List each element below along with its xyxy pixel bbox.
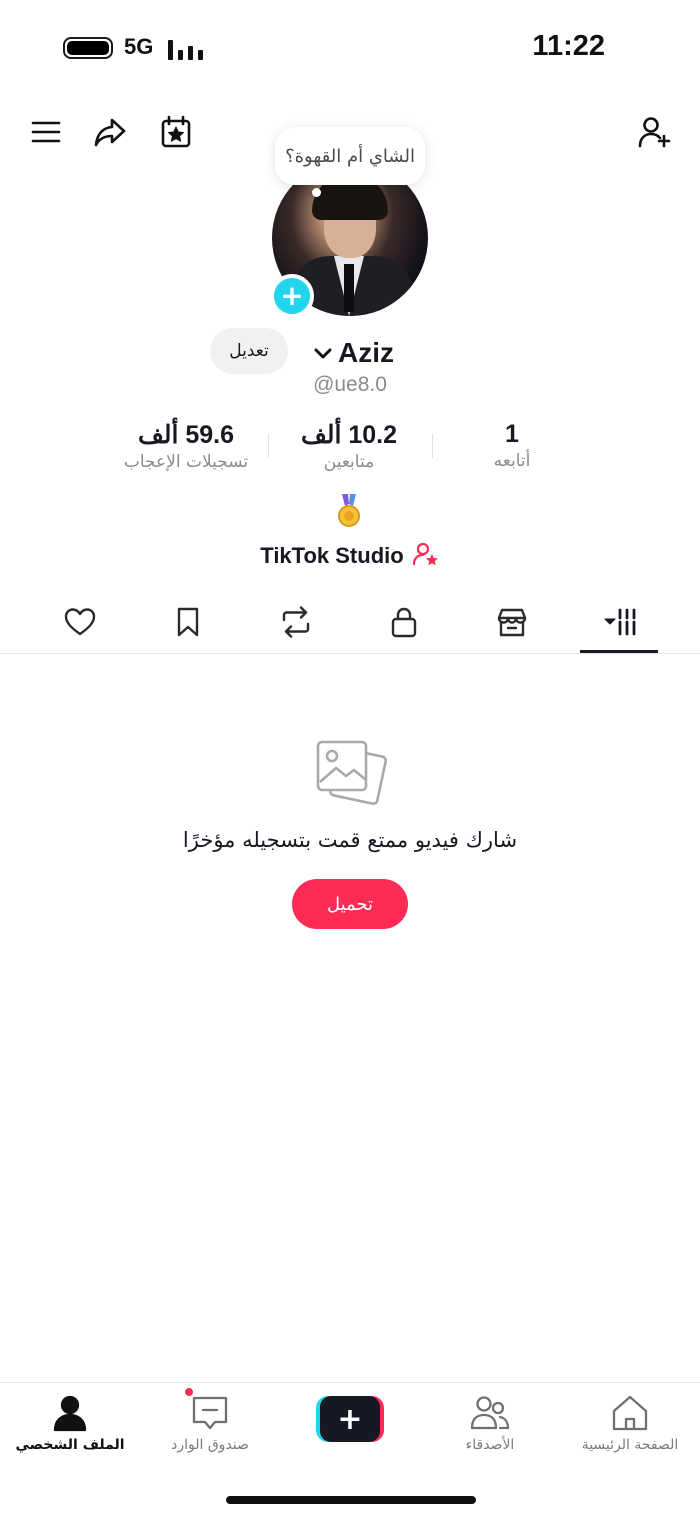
following-label: أتابعه — [493, 451, 531, 471]
heart-icon — [64, 608, 96, 636]
inbox-notification-dot — [183, 1386, 195, 1398]
followers-label: متابعين — [323, 452, 375, 472]
nav-friends-label: الأصدقاء — [465, 1437, 515, 1453]
nav-profile[interactable]: الملف الشخصي — [0, 1393, 140, 1463]
create-button[interactable]: + — [316, 1396, 384, 1442]
battery-icon — [63, 37, 113, 59]
edit-profile-button[interactable]: تعديل — [210, 328, 288, 374]
menu-icon[interactable] — [24, 110, 68, 154]
tab-videos[interactable] — [585, 598, 655, 646]
active-tab-indicator — [580, 650, 658, 653]
tab-private[interactable] — [369, 598, 439, 646]
bookmark-icon — [177, 607, 199, 637]
followers-count: 10.2 ألف — [300, 421, 398, 449]
tab-liked[interactable] — [45, 598, 115, 646]
tab-reposts[interactable] — [261, 598, 331, 646]
shop-icon — [497, 608, 527, 637]
share-icon[interactable] — [88, 110, 132, 154]
likes-count: 59.6 ألف — [137, 421, 235, 449]
content-tabs — [0, 590, 700, 654]
upload-button[interactable]: تحميل — [292, 879, 408, 929]
tab-saved[interactable] — [153, 598, 223, 646]
likes-label: تسجيلات الإعجاب — [123, 452, 249, 472]
empty-state-message: شارك فيديو ممتع قمت بتسجيله مؤخرًا — [182, 828, 518, 852]
creator-star-icon — [412, 540, 440, 572]
inbox-icon — [192, 1396, 228, 1430]
username-switcher[interactable]: Aziz — [312, 333, 394, 373]
network-label: 5G — [124, 34, 154, 59]
add-friend-icon[interactable] — [632, 110, 676, 154]
following-count: 1 — [505, 420, 519, 448]
lock-icon — [391, 607, 417, 638]
medal-icon[interactable] — [336, 494, 362, 528]
repost-icon — [282, 606, 310, 638]
username: Aziz — [338, 337, 394, 368]
nav-inbox[interactable]: صندوق الوارد — [140, 1393, 280, 1463]
profile-handle: @ue8.0 — [313, 373, 387, 396]
stat-following[interactable]: 1 أتابعه — [422, 420, 602, 471]
note-bubble-tail — [312, 188, 321, 197]
friends-icon — [470, 1396, 510, 1430]
plus-icon: + — [320, 1396, 380, 1442]
person-icon — [53, 1395, 87, 1432]
signal-icon — [168, 36, 208, 60]
grid-icon — [604, 608, 636, 636]
nav-profile-label: الملف الشخصي — [15, 1437, 125, 1453]
stat-followers[interactable]: 10.2 ألف متابعين — [259, 420, 439, 472]
status-bar: 5G 11:22 — [0, 0, 700, 96]
image-placeholder-icon — [312, 736, 388, 810]
tiktok-studio-label: TikTok Studio — [260, 543, 404, 568]
home-indicator[interactable] — [226, 1496, 476, 1504]
profile-note-bubble[interactable]: الشاي أم القهوة؟ — [275, 127, 425, 185]
chevron-down-icon — [312, 342, 334, 364]
nav-home[interactable]: الصفحة الرئيسية — [560, 1393, 700, 1463]
add-story-plus-icon[interactable]: + — [270, 274, 314, 318]
nav-inbox-label: صندوق الوارد — [171, 1437, 249, 1453]
nav-friends[interactable]: الأصدقاء — [420, 1393, 560, 1463]
tiktok-studio-link[interactable]: TikTok Studio — [0, 540, 700, 572]
clock: 11:22 — [532, 30, 605, 62]
nav-home-label: الصفحة الرئيسية — [581, 1437, 679, 1453]
tab-shop[interactable] — [477, 598, 547, 646]
stat-likes[interactable]: 59.6 ألف تسجيلات الإعجاب — [96, 420, 276, 472]
calendar-star-icon[interactable] — [154, 110, 198, 154]
home-icon — [612, 1395, 648, 1431]
